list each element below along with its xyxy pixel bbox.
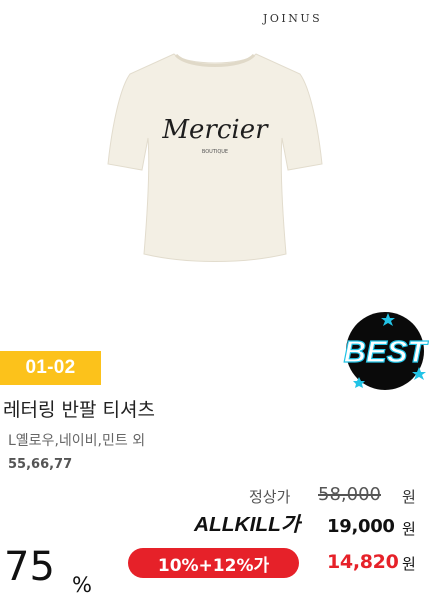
final-price: 14,820	[327, 551, 399, 573]
best-label: BEST	[344, 334, 429, 369]
tshirt-shape	[107, 53, 323, 262]
product-card[interactable]: JOINUS Mercier BOUTIQUE BEST 01-02 레터링 반…	[0, 0, 430, 600]
allkill-logo: ALLKILL가	[193, 514, 302, 536]
print-subtext: BOUTIQUE	[202, 149, 228, 155]
allkill-price: 19,000	[327, 516, 395, 537]
allkill-label: ALLKILL가	[193, 514, 302, 536]
coupon-discount-badge: 10%+12%가	[128, 548, 299, 578]
product-image[interactable]: Mercier BOUTIQUE	[104, 46, 326, 268]
discount-rate: 75	[4, 544, 55, 590]
currency-unit: 원	[402, 488, 416, 506]
product-code-badge: 01-02	[0, 351, 101, 385]
currency-unit: 원	[402, 520, 416, 538]
discount-percent-sign: %	[72, 573, 92, 597]
product-title[interactable]: 레터링 반팔 티셔츠	[3, 395, 155, 422]
print-text: Mercier	[161, 115, 269, 145]
regular-price: 58,000	[318, 484, 381, 505]
color-options: L옐로우,네이비,민트 외	[8, 433, 146, 449]
size-options: 55,66,77	[8, 457, 73, 472]
best-badge: BEST	[343, 312, 429, 390]
regular-price-label: 정상가	[249, 488, 291, 506]
brand-logo: JOINUS	[263, 12, 323, 25]
currency-unit: 원	[402, 555, 416, 573]
